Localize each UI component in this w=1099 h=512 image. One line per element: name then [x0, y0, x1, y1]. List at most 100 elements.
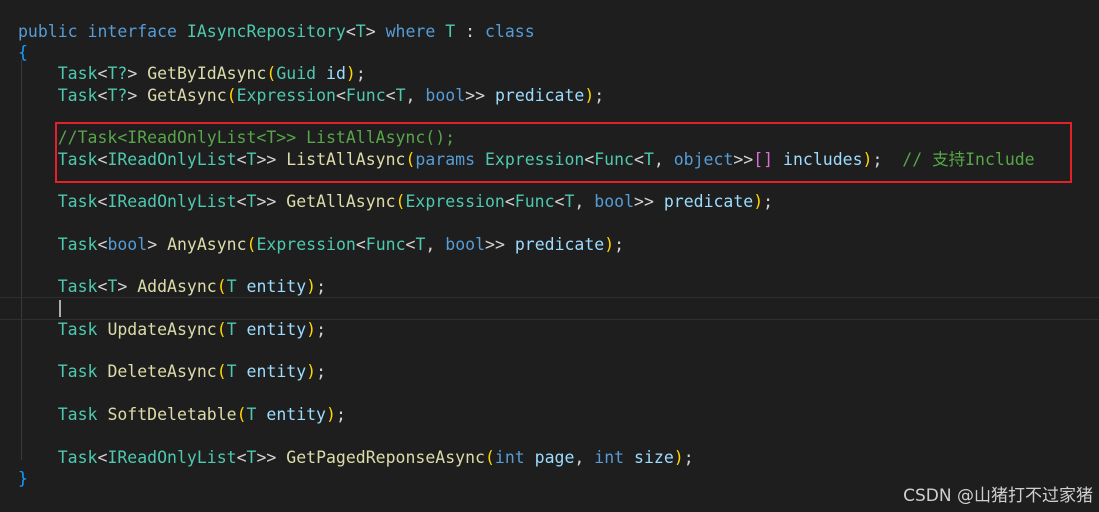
angle-bracket: >> — [465, 86, 486, 105]
code-line-close-brace[interactable]: } — [18, 468, 28, 490]
type-task: Task — [57, 86, 98, 105]
close-brace: } — [18, 469, 28, 488]
method-name: SoftDeletable — [107, 405, 237, 424]
angle-bracket: < — [236, 150, 247, 169]
comma: , — [425, 235, 436, 254]
paren: ) — [584, 86, 595, 105]
angle-bracket: >> — [256, 150, 277, 169]
angle-bracket: < — [97, 64, 108, 83]
code-line-paged[interactable]: Task<IReadOnlyList<T>> GetPagedReponseAs… — [18, 447, 694, 469]
indent-guide — [21, 60, 22, 460]
param-name: entity — [246, 362, 307, 381]
comma: , — [405, 86, 416, 105]
semicolon: ; — [683, 448, 694, 467]
type-task: Task — [57, 405, 98, 424]
paren: ( — [266, 64, 277, 83]
paren: ) — [753, 192, 764, 211]
interface-name: IAsyncRepository — [186, 22, 346, 41]
paren: ) — [326, 405, 336, 424]
angle-bracket: > — [147, 235, 158, 254]
angle-bracket: < — [335, 86, 346, 105]
text-cursor — [59, 300, 61, 317]
param-name: page — [534, 448, 575, 467]
method-name: GetPagedReponseAsync — [286, 448, 485, 467]
angle-bracket: >> — [733, 150, 754, 169]
code-line-get-all[interactable]: Task<IReadOnlyList<T>> GetAllAsync(Expre… — [18, 191, 773, 213]
type-expression: Expression — [484, 150, 585, 169]
code-line-add[interactable]: Task<T> AddAsync(T entity); — [18, 276, 326, 298]
param-type: T — [226, 362, 237, 381]
keyword-bool: bool — [445, 235, 486, 254]
type-parameter: T — [415, 235, 426, 254]
paren: ( — [216, 277, 227, 296]
type-task: Task — [57, 362, 98, 381]
type-readonly-list: IReadOnlyList — [107, 448, 237, 467]
paren: ) — [306, 320, 317, 339]
code-line-list-all[interactable]: Task<IReadOnlyList<T>> ListAllAsync(para… — [18, 149, 1035, 171]
paren: ) — [604, 235, 615, 254]
semicolon: ; — [594, 86, 605, 105]
code-editor[interactable]: public interface IAsyncRepository<T> whe… — [0, 0, 1099, 512]
method-name: GetAsync — [147, 86, 227, 105]
param-name: id — [326, 64, 346, 83]
type-parameter: T — [643, 150, 654, 169]
angle-bracket: > — [365, 22, 376, 41]
comma: , — [574, 192, 585, 211]
keyword-bool: bool — [107, 235, 148, 254]
angle-bracket: < — [504, 192, 515, 211]
method-name: GetByIdAsync — [147, 64, 267, 83]
comma: , — [574, 448, 585, 467]
keyword-bool: bool — [594, 192, 635, 211]
paren: ) — [345, 64, 356, 83]
code-line-any[interactable]: Task<bool> AnyAsync(Expression<Func<T, b… — [18, 234, 624, 256]
type-func: Func — [594, 150, 634, 169]
method-name: AnyAsync — [167, 235, 247, 254]
keyword-params: params — [415, 150, 476, 169]
keyword-int: int — [594, 448, 625, 467]
type-expression: Expression — [256, 235, 356, 254]
code-line-open-brace[interactable]: { — [18, 42, 28, 64]
semicolon: ; — [355, 64, 366, 83]
semicolon: ; — [335, 405, 346, 424]
paren: ( — [246, 235, 257, 254]
semicolon: ; — [872, 150, 883, 169]
type-parameter: T — [564, 192, 575, 211]
paren: ) — [673, 448, 684, 467]
keyword-class: class — [484, 22, 535, 41]
code-line-interface-declaration[interactable]: public interface IAsyncRepository<T> whe… — [18, 21, 535, 43]
param-name: includes — [783, 150, 863, 169]
param-name: entity — [246, 320, 307, 339]
param-type: T — [246, 405, 257, 424]
angle-bracket: < — [97, 448, 108, 467]
semicolon: ; — [763, 192, 774, 211]
code-line-get-by-id[interactable]: Task<T?> GetByIdAsync(Guid id); — [18, 63, 366, 85]
paren: ) — [306, 362, 317, 381]
code-line-update[interactable]: Task UpdateAsync(T entity); — [18, 319, 326, 341]
keyword-object: object — [673, 150, 734, 169]
type-parameter: T — [246, 448, 257, 467]
type-task: Task — [57, 150, 98, 169]
code-line-get[interactable]: Task<T?> GetAsync(Expression<Func<T, boo… — [18, 85, 604, 107]
open-brace: { — [18, 43, 28, 62]
angle-bracket: < — [345, 22, 356, 41]
semicolon: ; — [316, 320, 327, 339]
watermark: CSDN @山猪打不过家猪 — [903, 486, 1093, 506]
constraint-type-parameter: T — [445, 22, 456, 41]
current-line-highlight — [0, 297, 1099, 320]
type-parameter: T — [107, 277, 118, 296]
angle-bracket: >> — [634, 192, 654, 211]
angle-bracket: > — [127, 64, 138, 83]
type-readonly-list: IReadOnlyList — [107, 192, 237, 211]
code-line-commented-list-all[interactable]: //Task<IReadOnlyList<T>> ListAllAsync(); — [18, 127, 455, 149]
angle-bracket: < — [584, 150, 595, 169]
angle-bracket: >> — [256, 192, 277, 211]
paren: ( — [484, 448, 495, 467]
code-line-soft-delete[interactable]: Task SoftDeletable(T entity); — [18, 404, 346, 426]
keyword-interface: interface — [87, 22, 177, 41]
angle-bracket: < — [554, 192, 565, 211]
return-type: T? — [107, 86, 128, 105]
code-line-delete[interactable]: Task DeleteAsync(T entity); — [18, 361, 326, 383]
param-name: size — [634, 448, 674, 467]
angle-bracket: < — [236, 448, 247, 467]
semicolon: ; — [614, 235, 625, 254]
